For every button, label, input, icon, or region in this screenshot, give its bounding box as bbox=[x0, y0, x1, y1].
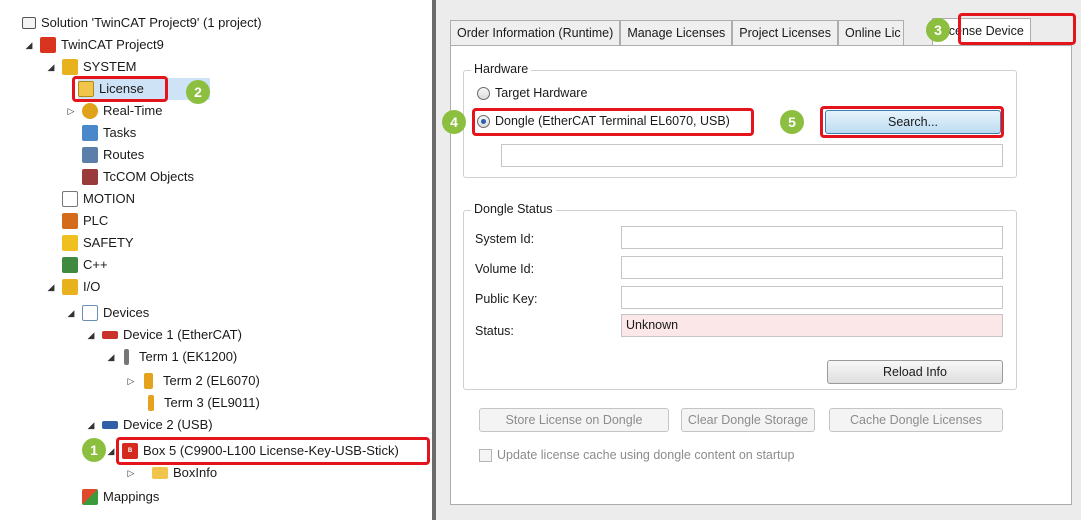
terminal-icon bbox=[124, 349, 129, 365]
terminal-icon bbox=[144, 373, 153, 389]
tree-item-device1[interactable]: ◢ Device 1 (EtherCAT) bbox=[84, 324, 242, 346]
status-field: Unknown bbox=[621, 314, 1003, 337]
tree-item-term2[interactable]: ▷ Term 2 (EL6070) bbox=[124, 370, 260, 392]
cache-dongle-licenses-button[interactable]: Cache Dongle Licenses bbox=[829, 408, 1003, 432]
store-license-button[interactable]: Store License on Dongle bbox=[479, 408, 669, 432]
io-icon bbox=[62, 279, 78, 295]
status-label: Status: bbox=[475, 324, 514, 338]
tree-item-routes[interactable]: Routes bbox=[82, 144, 144, 166]
ethercat-device-icon bbox=[102, 331, 118, 339]
solution-explorer: Solution 'TwinCAT Project9' (1 project) … bbox=[0, 0, 432, 520]
callout-badge-4: 4 bbox=[442, 110, 466, 134]
realtime-icon bbox=[82, 103, 98, 119]
dongle-status-group-title: Dongle Status bbox=[471, 202, 556, 216]
target-hardware-radio[interactable]: Target Hardware bbox=[477, 86, 587, 100]
tree-item-solution[interactable]: Solution 'TwinCAT Project9' (1 project) bbox=[22, 12, 262, 34]
public-key-label: Public Key: bbox=[475, 292, 538, 306]
tab-online-licenses[interactable]: Online Lic bbox=[838, 20, 905, 46]
folder-icon bbox=[152, 467, 168, 479]
callout-badge-3: 3 bbox=[926, 18, 950, 42]
safety-icon bbox=[62, 235, 78, 251]
collapse-arrow-icon[interactable]: ◢ bbox=[84, 414, 98, 436]
system-id-label: System Id: bbox=[475, 232, 535, 246]
terminal-end-icon bbox=[148, 395, 154, 411]
tree-item-system[interactable]: ◢ SYSTEM bbox=[44, 56, 136, 78]
routes-icon bbox=[82, 147, 98, 163]
callout-license-highlight bbox=[72, 76, 168, 102]
expand-arrow-icon[interactable]: ▷ bbox=[124, 462, 138, 484]
mappings-icon bbox=[82, 489, 98, 505]
callout-badge-1: 1 bbox=[82, 438, 106, 462]
usb-device-icon bbox=[102, 421, 118, 429]
callout-license-device-tab-highlight bbox=[958, 13, 1076, 45]
tree-item-term3[interactable]: Term 3 (EL9011) bbox=[144, 392, 260, 414]
collapse-arrow-icon[interactable]: ◢ bbox=[64, 302, 78, 324]
collapse-arrow-icon[interactable]: ◢ bbox=[44, 276, 58, 298]
tree-item-motion[interactable]: MOTION bbox=[62, 188, 135, 210]
tree-item-device2[interactable]: ◢ Device 2 (USB) bbox=[84, 414, 213, 436]
hardware-group-title: Hardware bbox=[471, 62, 532, 76]
tasks-icon bbox=[82, 125, 98, 141]
tree-item-tasks[interactable]: Tasks bbox=[82, 122, 136, 144]
devices-icon bbox=[82, 305, 98, 321]
clear-dongle-storage-button[interactable]: Clear Dongle Storage bbox=[681, 408, 815, 432]
dongle-path-field[interactable] bbox=[501, 144, 1003, 167]
tree-item-tccom[interactable]: TcCOM Objects bbox=[82, 166, 194, 188]
callout-dongle-radio-highlight bbox=[472, 108, 754, 136]
tree-item-boxinfo[interactable]: ▷ BoxInfo bbox=[124, 462, 218, 484]
expand-arrow-icon[interactable]: ▷ bbox=[64, 100, 78, 122]
public-key-field[interactable] bbox=[621, 286, 1003, 309]
tree-item-term1[interactable]: ◢ Term 1 (EK1200) bbox=[104, 346, 237, 368]
solution-icon bbox=[22, 17, 36, 29]
license-panel: Order Information (Runtime) Manage Licen… bbox=[436, 0, 1081, 520]
system-icon bbox=[62, 59, 78, 75]
checkbox-unchecked-icon bbox=[479, 448, 492, 462]
reload-info-button[interactable]: Reload Info bbox=[827, 360, 1003, 384]
tree-item-devices[interactable]: ◢ Devices bbox=[64, 302, 149, 324]
callout-box5-highlight bbox=[116, 437, 430, 465]
radio-unchecked-icon bbox=[477, 86, 490, 100]
tree-item-project[interactable]: ◢ TwinCAT Project9 bbox=[22, 34, 164, 56]
collapse-arrow-icon[interactable]: ◢ bbox=[44, 56, 58, 78]
tab-project-licenses[interactable]: Project Licenses bbox=[732, 20, 839, 46]
update-cache-checkbox[interactable]: Update license cache using dongle conten… bbox=[479, 448, 794, 462]
callout-badge-2: 2 bbox=[186, 80, 210, 104]
tree-item-plc[interactable]: PLC bbox=[62, 210, 108, 232]
system-id-field[interactable] bbox=[621, 226, 1003, 249]
tree-item-io[interactable]: ◢ I/O bbox=[44, 276, 100, 298]
tab-manage-licenses[interactable]: Manage Licenses bbox=[620, 20, 733, 46]
tree-item-mappings[interactable]: Mappings bbox=[82, 486, 159, 508]
volume-id-label: Volume Id: bbox=[475, 262, 535, 276]
plc-icon bbox=[62, 213, 78, 229]
volume-id-field[interactable] bbox=[621, 256, 1003, 279]
expand-arrow-icon[interactable]: ▷ bbox=[124, 370, 138, 392]
tree-item-cpp[interactable]: C++ bbox=[62, 254, 108, 276]
collapse-arrow-icon[interactable]: ◢ bbox=[104, 346, 118, 368]
callout-search-highlight bbox=[820, 106, 1004, 138]
collapse-arrow-icon[interactable]: ◢ bbox=[22, 34, 36, 56]
motion-icon bbox=[62, 191, 78, 207]
collapse-arrow-icon[interactable]: ◢ bbox=[84, 324, 98, 346]
twincat-project-icon bbox=[40, 37, 56, 53]
tccom-icon bbox=[82, 169, 98, 185]
tab-order-information[interactable]: Order Information (Runtime) bbox=[450, 20, 621, 46]
tree-item-safety[interactable]: SAFETY bbox=[62, 232, 134, 254]
callout-badge-5: 5 bbox=[780, 110, 804, 134]
tree-item-realtime[interactable]: ▷ Real-Time bbox=[64, 100, 162, 122]
cpp-icon bbox=[62, 257, 78, 273]
